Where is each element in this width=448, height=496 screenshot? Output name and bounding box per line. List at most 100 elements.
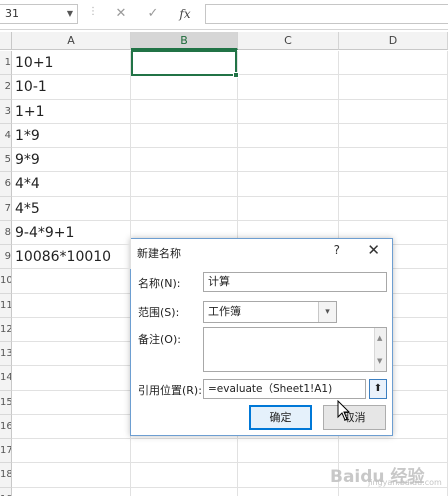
cell[interactable] — [339, 172, 448, 197]
active-cell-b1[interactable] — [131, 50, 239, 78]
cell[interactable] — [12, 414, 131, 439]
cell[interactable]: 10086*10010 — [12, 245, 131, 270]
row-header[interactable]: 17 — [0, 439, 12, 464]
cell[interactable] — [12, 463, 131, 488]
row-header[interactable]: 18 — [0, 463, 12, 488]
row-header[interactable]: 4 — [0, 123, 12, 148]
row-header[interactable]: 19 — [0, 487, 12, 496]
confirm-icon[interactable]: ✓ — [143, 5, 163, 23]
cell[interactable] — [131, 463, 238, 488]
cell[interactable] — [12, 487, 131, 496]
help-icon[interactable]: ? — [334, 243, 340, 257]
cell[interactable]: 10+1 — [12, 51, 131, 76]
cell[interactable] — [12, 366, 131, 391]
column-header-d[interactable]: D — [339, 32, 448, 50]
scope-select[interactable]: 工作簿 ▾ — [203, 301, 337, 323]
cell[interactable] — [131, 487, 238, 496]
comment-scrollbar[interactable]: ▲ ▼ — [374, 328, 386, 371]
fill-handle[interactable] — [233, 72, 239, 78]
row-header[interactable]: 7 — [0, 196, 12, 221]
scope-label: 范围(S): — [138, 306, 180, 319]
insert-function-icon[interactable]: fx — [175, 5, 195, 23]
cell[interactable] — [12, 390, 131, 415]
name-input[interactable]: 计算 — [203, 272, 387, 292]
cell[interactable] — [339, 51, 448, 76]
cell[interactable] — [12, 439, 131, 464]
cell[interactable] — [238, 463, 339, 488]
cell[interactable] — [339, 75, 448, 100]
cell[interactable]: 4*5 — [12, 196, 131, 221]
row-header[interactable]: 9 — [0, 245, 12, 270]
scroll-up-icon[interactable]: ▲ — [377, 329, 382, 347]
row-header[interactable]: 1 — [0, 51, 12, 76]
row-header[interactable]: 8 — [0, 220, 12, 245]
cell[interactable]: 1*9 — [12, 123, 131, 148]
cell[interactable] — [131, 75, 238, 100]
cell[interactable] — [131, 196, 238, 221]
cell[interactable] — [131, 123, 238, 148]
collapse-dialog-icon[interactable]: ⬆ — [369, 379, 387, 399]
cell[interactable]: 9*9 — [12, 148, 131, 173]
watermark-subtext: jingyan.baidu.com — [368, 478, 442, 487]
refers-to-input[interactable]: =evaluate（Sheet1!A1) — [203, 379, 366, 399]
cell[interactable] — [131, 172, 238, 197]
row-header[interactable]: 2 — [0, 75, 12, 100]
cell[interactable] — [131, 148, 238, 173]
cell[interactable] — [238, 51, 339, 76]
formula-bar: 31 ▼ ⋮ ✕ ✓ fx — [0, 0, 448, 30]
cell[interactable] — [238, 487, 339, 496]
formula-input[interactable] — [205, 4, 448, 24]
chevron-down-icon[interactable]: ▼ — [67, 5, 73, 23]
cell[interactable] — [12, 269, 131, 294]
cell[interactable] — [238, 75, 339, 100]
cell[interactable]: 9-4*9+1 — [12, 220, 131, 245]
cell[interactable] — [238, 123, 339, 148]
row-header[interactable]: 5 — [0, 148, 12, 173]
cell[interactable] — [131, 439, 238, 464]
cell[interactable] — [238, 439, 339, 464]
cancel-icon[interactable]: ✕ — [111, 5, 131, 23]
cell[interactable] — [238, 148, 339, 173]
cell[interactable] — [339, 123, 448, 148]
cell[interactable]: 1+1 — [12, 99, 131, 124]
cell[interactable] — [339, 196, 448, 221]
cell[interactable] — [339, 487, 448, 496]
cell[interactable] — [238, 196, 339, 221]
row-header[interactable]: 6 — [0, 172, 12, 197]
cell[interactable]: 10-1 — [12, 75, 131, 100]
cell[interactable] — [238, 99, 339, 124]
cell[interactable] — [12, 293, 131, 318]
row-header[interactable]: 3 — [0, 99, 12, 124]
column-header-b[interactable]: B — [131, 32, 238, 50]
cell[interactable]: 4*4 — [12, 172, 131, 197]
comment-textarea[interactable]: ▲ ▼ — [203, 327, 387, 372]
select-all-corner[interactable] — [0, 32, 12, 50]
cancel-button[interactable]: 取消 — [323, 405, 386, 430]
watermark: Baidu 经验 jingyan.baidu.com — [330, 458, 442, 488]
row-header[interactable]: 16 — [0, 414, 12, 439]
dialog-title: 新建名称 — [137, 247, 181, 260]
row-header[interactable]: 10 — [0, 269, 12, 294]
mouse-pointer-icon — [337, 400, 351, 421]
cell[interactable] — [12, 342, 131, 367]
ok-button[interactable]: 确定 — [249, 405, 312, 430]
cell[interactable] — [131, 99, 238, 124]
row-header[interactable]: 12 — [0, 317, 12, 342]
chevron-down-icon[interactable]: ▾ — [318, 302, 336, 322]
cell[interactable] — [238, 172, 339, 197]
new-name-dialog: 新建名称 ? ✕ 名称(N): 计算 范围(S): 工作簿 ▾ 备注(O): ▲… — [130, 238, 393, 436]
cell[interactable] — [339, 99, 448, 124]
name-box[interactable]: 31 ▼ — [0, 4, 78, 24]
row-header[interactable]: 15 — [0, 390, 12, 415]
column-header-a[interactable]: A — [12, 32, 131, 50]
comment-label: 备注(O): — [138, 333, 181, 346]
column-header-c[interactable]: C — [238, 32, 339, 50]
cell[interactable] — [12, 317, 131, 342]
name-box-value: 31 — [5, 7, 19, 20]
cell[interactable] — [339, 148, 448, 173]
close-icon[interactable]: ✕ — [367, 241, 380, 259]
row-header[interactable]: 11 — [0, 293, 12, 318]
scroll-down-icon[interactable]: ▼ — [377, 352, 382, 370]
row-header[interactable]: 14 — [0, 366, 12, 391]
row-header[interactable]: 13 — [0, 342, 12, 367]
